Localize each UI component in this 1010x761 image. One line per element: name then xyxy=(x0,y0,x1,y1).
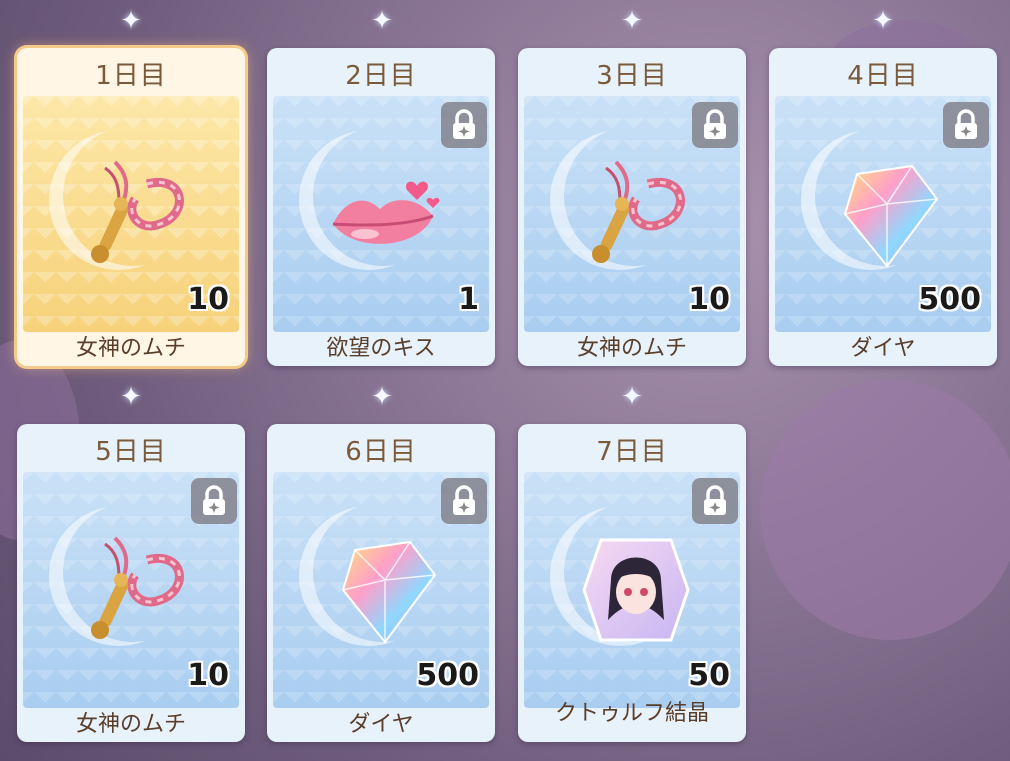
character-crystal-icon xyxy=(582,538,690,642)
reward-card-day-6[interactable]: 6日目 500 ダイヤ xyxy=(267,424,495,742)
sparkle-icon: ✦ xyxy=(120,6,142,36)
day-label: 2日目 xyxy=(345,60,417,91)
item-name: クトゥルフ結晶 xyxy=(554,701,709,726)
item-name: 欲望のキス xyxy=(326,336,436,361)
reward-card-day-7[interactable]: 7日目 50 クトゥルフ結晶 xyxy=(518,424,746,742)
reward-card-day-4[interactable]: 4日目 500 ダイヤ xyxy=(769,48,997,366)
whip-icon xyxy=(91,536,184,639)
sparkle-icon: ✦ xyxy=(621,382,643,412)
reward-card-day-2[interactable]: 2日目 1 欲望のキス xyxy=(267,48,495,366)
lock-icon xyxy=(692,478,738,524)
quantity-label: 1 xyxy=(458,282,479,317)
whip-icon xyxy=(592,160,685,263)
reward-card-day-5[interactable]: 5日目 10 女神のムチ xyxy=(17,424,245,742)
sparkle-icon: ✦ xyxy=(872,6,894,36)
day-label: 7日目 xyxy=(596,436,668,467)
item-name: ダイヤ xyxy=(850,336,916,361)
background-tentacle xyxy=(760,380,1010,640)
diamond-icon xyxy=(843,164,939,268)
quantity-label: 10 xyxy=(187,658,229,693)
item-name: 女神のムチ xyxy=(75,336,186,361)
day-label: 1日目 xyxy=(95,60,167,91)
reward-card-day-3[interactable]: 3日目 10 女神のムチ xyxy=(518,48,746,366)
item-name: 女神のムチ xyxy=(576,336,687,361)
sparkle-icon: ✦ xyxy=(371,6,393,36)
lock-icon xyxy=(692,102,738,148)
day-label: 4日目 xyxy=(847,60,919,91)
item-name: 女神のムチ xyxy=(75,712,186,737)
quantity-label: 500 xyxy=(416,658,479,693)
kiss-lips-icon xyxy=(332,181,440,244)
lock-icon xyxy=(943,102,989,148)
quantity-label: 500 xyxy=(918,282,981,317)
whip-icon xyxy=(91,160,184,263)
reward-card-day-1[interactable]: 1日目 10 女神のムチ xyxy=(17,48,245,366)
lock-icon xyxy=(441,102,487,148)
item-name: ダイヤ xyxy=(348,712,414,737)
day-label: 6日目 xyxy=(345,436,417,467)
lock-icon xyxy=(191,478,237,524)
sparkle-icon: ✦ xyxy=(120,382,142,412)
card-art: 10 xyxy=(23,96,239,332)
quantity-label: 10 xyxy=(688,282,730,317)
sparkle-icon: ✦ xyxy=(371,382,393,412)
diamond-icon xyxy=(341,540,437,644)
lock-icon xyxy=(441,478,487,524)
sparkle-icon: ✦ xyxy=(621,6,643,36)
quantity-label: 10 xyxy=(187,282,229,317)
day-label: 3日目 xyxy=(596,60,668,91)
day-label: 5日目 xyxy=(95,436,167,467)
